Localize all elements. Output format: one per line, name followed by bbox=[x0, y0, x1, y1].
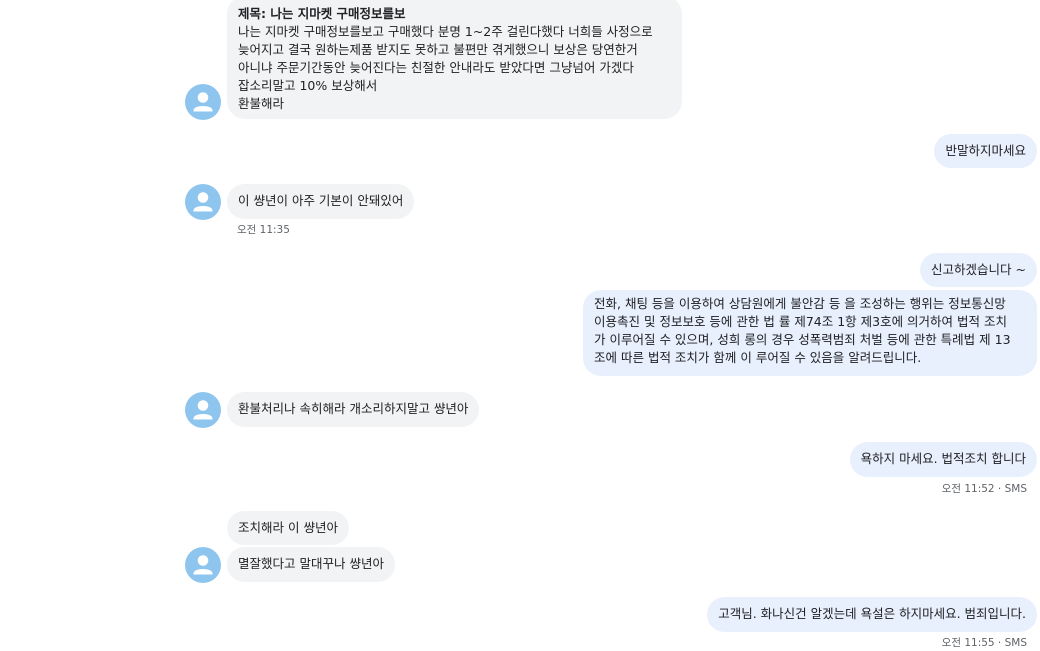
message-text: 신고하겠습니다 ~ bbox=[931, 262, 1026, 277]
message-text: 이 썅년이 아주 기본이 안돼있어 bbox=[238, 193, 404, 208]
incoming-message-bubble[interactable]: 환불처리나 속히해라 개소리하지말고 썅년아 bbox=[227, 392, 480, 427]
message-line: 나는 지마켓 구매정보를보고 구매했다 분명 1~2주 걸린다했다 너희들 사정… bbox=[238, 24, 653, 39]
message-text: 반말하지마세요 bbox=[945, 143, 1026, 158]
message-line: 늦어지고 결국 원하는제품 받지도 못하고 불편만 겪게했으니 보상은 당연한거 bbox=[238, 42, 638, 57]
message-line: 환불해라 bbox=[238, 96, 285, 111]
incoming-message-bubble[interactable]: 멸잘했다고 말대꾸나 썅년아 bbox=[227, 547, 395, 582]
message-line: 이용촉진 및 정보보호 등에 관한 법 률 제74조 1항 제3호에 의거하여 … bbox=[594, 314, 1007, 329]
incoming-message-bubble[interactable]: 이 썅년이 아주 기본이 안돼있어 bbox=[227, 184, 415, 219]
message-text: 욕하지 마세요. 법적조치 합니다 bbox=[860, 451, 1026, 466]
message-line: 가 이루어질 수 있으며, 성희 롱의 경우 성폭력범죄 처벌 등에 관한 특례… bbox=[594, 332, 1011, 347]
contact-avatar-icon[interactable] bbox=[185, 184, 221, 220]
message-timestamp: 오전 11:35 bbox=[237, 224, 290, 236]
incoming-message-bubble[interactable]: 제목: 나는 지마켓 구매정보를보 나는 지마켓 구매정보를보고 구매했다 분명… bbox=[227, 0, 682, 119]
message-line: 잡소리말고 10% 보상해서 bbox=[238, 78, 378, 93]
outgoing-message-bubble[interactable]: 욕하지 마세요. 법적조치 합니다 bbox=[849, 442, 1037, 477]
message-line: 조에 따른 법적 조치가 함께 이 루어질 수 있음을 알려드립니다. bbox=[594, 350, 922, 365]
contact-avatar-icon[interactable] bbox=[185, 392, 221, 428]
message-text: 환불처리나 속히해라 개소리하지말고 썅년아 bbox=[238, 401, 469, 416]
message-subject: 제목: 나는 지마켓 구매정보를보 bbox=[238, 6, 406, 21]
outgoing-message-bubble[interactable]: 반말하지마세요 bbox=[934, 134, 1037, 168]
message-thread: 제목: 나는 지마켓 구매정보를보 나는 지마켓 구매정보를보고 구매했다 분명… bbox=[0, 0, 1040, 651]
message-text: 고객님. 화나신건 알겠는데 욕설은 하지마세요. 범죄입니다. bbox=[718, 606, 1026, 621]
message-text: 조치해라 이 썅년아 bbox=[238, 520, 338, 535]
contact-avatar-icon[interactable] bbox=[185, 84, 221, 120]
message-timestamp: 오전 11:55 · SMS bbox=[941, 637, 1027, 649]
message-line: 전화, 채팅 등을 이용하여 상담원에게 불안감 등 을 조성하는 행위는 정보… bbox=[594, 296, 1006, 311]
incoming-message-bubble[interactable]: 조치해라 이 썅년아 bbox=[227, 511, 349, 545]
message-text: 멸잘했다고 말대꾸나 썅년아 bbox=[238, 556, 384, 571]
contact-avatar-icon[interactable] bbox=[185, 547, 221, 583]
outgoing-message-bubble[interactable]: 고객님. 화나신건 알겠는데 욕설은 하지마세요. 범죄입니다. bbox=[707, 597, 1037, 632]
message-line: 아니냐 주문기간동안 늦어진다는 친절한 안내라도 받았다면 그냥넘어 가겠다 bbox=[238, 60, 634, 75]
message-timestamp: 오전 11:52 · SMS bbox=[941, 483, 1027, 495]
outgoing-message-bubble[interactable]: 전화, 채팅 등을 이용하여 상담원에게 불안감 등 을 조성하는 행위는 정보… bbox=[583, 290, 1037, 376]
outgoing-message-bubble[interactable]: 신고하겠습니다 ~ bbox=[920, 253, 1037, 287]
